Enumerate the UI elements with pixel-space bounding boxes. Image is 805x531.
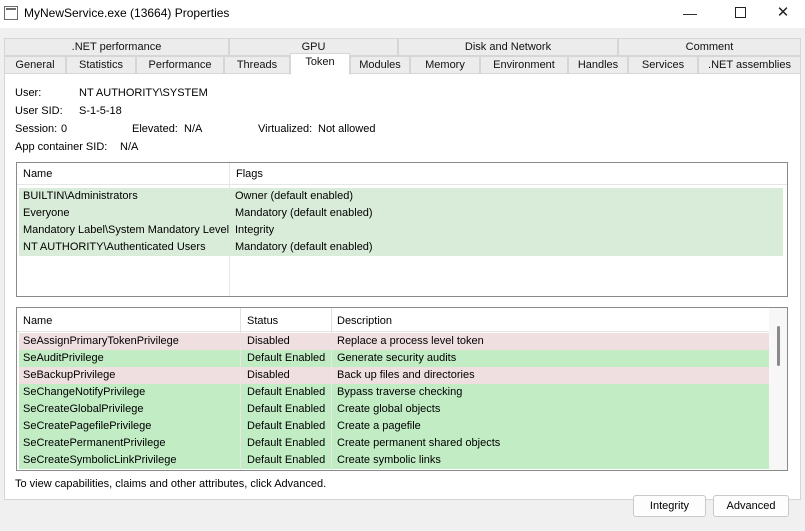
groups-column-name[interactable]: Name [17,163,230,185]
tab-environment[interactable]: Environment [480,56,568,74]
privilege-name: SeBackupPrivilege [23,369,116,381]
tab-net-assemblies[interactable]: .NET assemblies [698,56,801,74]
privilege-name: SeAssignPrimaryTokenPrivilege [23,335,179,347]
privilege-description: Create a pagefile [337,420,421,432]
group-row[interactable]: BUILTIN\Administrators Owner (default en… [19,188,783,205]
group-name: BUILTIN\Administrators [23,190,138,202]
privilege-description: Generate security audits [337,352,457,364]
elevated-value: N/A [184,123,203,135]
window-icon [4,6,18,20]
privileges-list-header: Name Status Description [17,308,787,332]
user-sid-value: S-1-5-18 [79,105,122,117]
group-name: Everyone [23,207,70,219]
privileges-column-description[interactable]: Description [331,310,771,332]
groups-list[interactable]: Name Flags BUILTIN\Administrators Owner … [16,162,788,297]
group-flags: Mandatory (default enabled) [235,207,373,219]
app-container-sid-label: App container SID: [15,141,108,153]
groups-column-flags[interactable]: Flags [230,163,787,185]
app-container-sid-value: N/A [120,141,139,153]
privilege-name: SeCreatePermanentPrivilege [23,437,166,449]
tab-token[interactable]: Token [290,53,350,75]
tab-statistics[interactable]: Statistics [66,56,136,74]
group-name: NT AUTHORITY\Authenticated Users [23,241,206,253]
tab-general[interactable]: General [4,56,66,74]
advanced-hint-text: To view capabilities, claims and other a… [15,478,327,490]
privileges-column-status[interactable]: Status [241,310,331,332]
minimize-button[interactable]: — [667,0,713,28]
privilege-row[interactable]: SeChangeNotifyPrivilege Default Enabled … [19,384,769,401]
group-row[interactable]: Everyone Mandatory (default enabled) [19,205,783,222]
privilege-row[interactable]: SeBackupPrivilege Disabled Back up files… [19,367,769,384]
privileges-column-name[interactable]: Name [17,310,241,332]
privileges-scrollbar[interactable] [769,308,787,470]
privilege-description: Create permanent shared objects [337,437,501,449]
session-value: 0 [61,123,68,135]
group-row[interactable]: Mandatory Label\System Mandatory Level I… [19,222,783,239]
integrity-button[interactable]: Integrity [633,495,706,517]
user-value: NT AUTHORITY\SYSTEM [79,87,208,99]
privileges-list[interactable]: Name Status Description SeAssignPrimaryT… [16,307,788,471]
maximize-button[interactable] [717,0,763,28]
tab-comment[interactable]: Comment [618,38,801,56]
privilege-description: Create symbolic links [337,454,441,466]
privilege-name: SeCreatePagefilePrivilege [23,420,152,432]
privilege-description: Back up files and directories [337,369,475,381]
privilege-row[interactable]: SeCreatePagefilePrivilege Default Enable… [19,418,769,435]
privilege-status: Disabled [247,335,290,347]
group-flags: Owner (default enabled) [235,190,354,202]
privilege-description: Create global objects [337,403,441,415]
privilege-row[interactable]: SeAuditPrivilege Default Enabled Generat… [19,350,769,367]
close-icon: ✕ [776,4,790,21]
privilege-name: SeAuditPrivilege [23,352,104,364]
privilege-row[interactable]: SeCreateSymbolicLinkPrivilege Default En… [19,452,769,469]
minimize-icon: — [683,5,697,21]
privilege-status: Default Enabled [247,437,326,449]
privilege-name: SeChangeNotifyPrivilege [23,386,146,398]
header-divider [240,308,241,332]
tab-net-performance[interactable]: .NET performance [4,38,229,56]
tab-strip: .NET performance GPU Disk and Network Co… [4,38,801,75]
privilege-description: Replace a process level token [337,335,484,347]
session-label: Session: [15,123,58,135]
privilege-status: Default Enabled [247,352,326,364]
tab-modules[interactable]: Modules [350,56,410,74]
user-label: User: [15,87,42,99]
close-button[interactable]: ✕ [760,0,805,28]
privilege-status: Disabled [247,369,290,381]
virtualized-value: Not allowed [318,123,376,135]
virtualized-label: Virtualized: [258,123,313,135]
window-title: MyNewService.exe (13664) Properties [24,6,230,20]
advanced-button[interactable]: Advanced [713,495,789,517]
header-divider [331,308,332,332]
privilege-status: Default Enabled [247,386,326,398]
tab-memory[interactable]: Memory [410,56,480,74]
tab-services[interactable]: Services [628,56,698,74]
scrollbar-thumb[interactable] [777,326,780,366]
privilege-row[interactable]: SeAssignPrimaryTokenPrivilege Disabled R… [19,333,769,350]
privilege-name: SeCreateGlobalPrivilege [23,403,144,415]
group-row[interactable]: NT AUTHORITY\Authenticated Users Mandato… [19,239,783,256]
privilege-row[interactable]: SeCreateGlobalPrivilege Default Enabled … [19,401,769,418]
groups-list-header: Name Flags [17,163,787,185]
column-divider [331,332,332,470]
user-sid-label: User SID: [15,105,63,117]
tab-threads[interactable]: Threads [224,56,290,74]
column-divider [240,332,241,470]
tab-handles[interactable]: Handles [568,56,628,74]
privilege-description: Bypass traverse checking [337,386,463,398]
title-bar: MyNewService.exe (13664) Properties — ✕ [0,0,805,28]
group-name: Mandatory Label\System Mandatory Level [23,224,230,236]
privilege-row[interactable]: SeCreatePermanentPrivilege Default Enabl… [19,435,769,452]
tab-performance[interactable]: Performance [136,56,224,74]
privilege-status: Default Enabled [247,420,326,432]
tab-disk-and-network[interactable]: Disk and Network [398,38,618,56]
group-flags: Integrity [235,224,275,236]
elevated-label: Elevated: [132,123,178,135]
maximize-icon [734,7,746,19]
privilege-name: SeCreateSymbolicLinkPrivilege [23,454,177,466]
privilege-status: Default Enabled [247,454,326,466]
privilege-status: Default Enabled [247,403,326,415]
group-flags: Mandatory (default enabled) [235,241,373,253]
